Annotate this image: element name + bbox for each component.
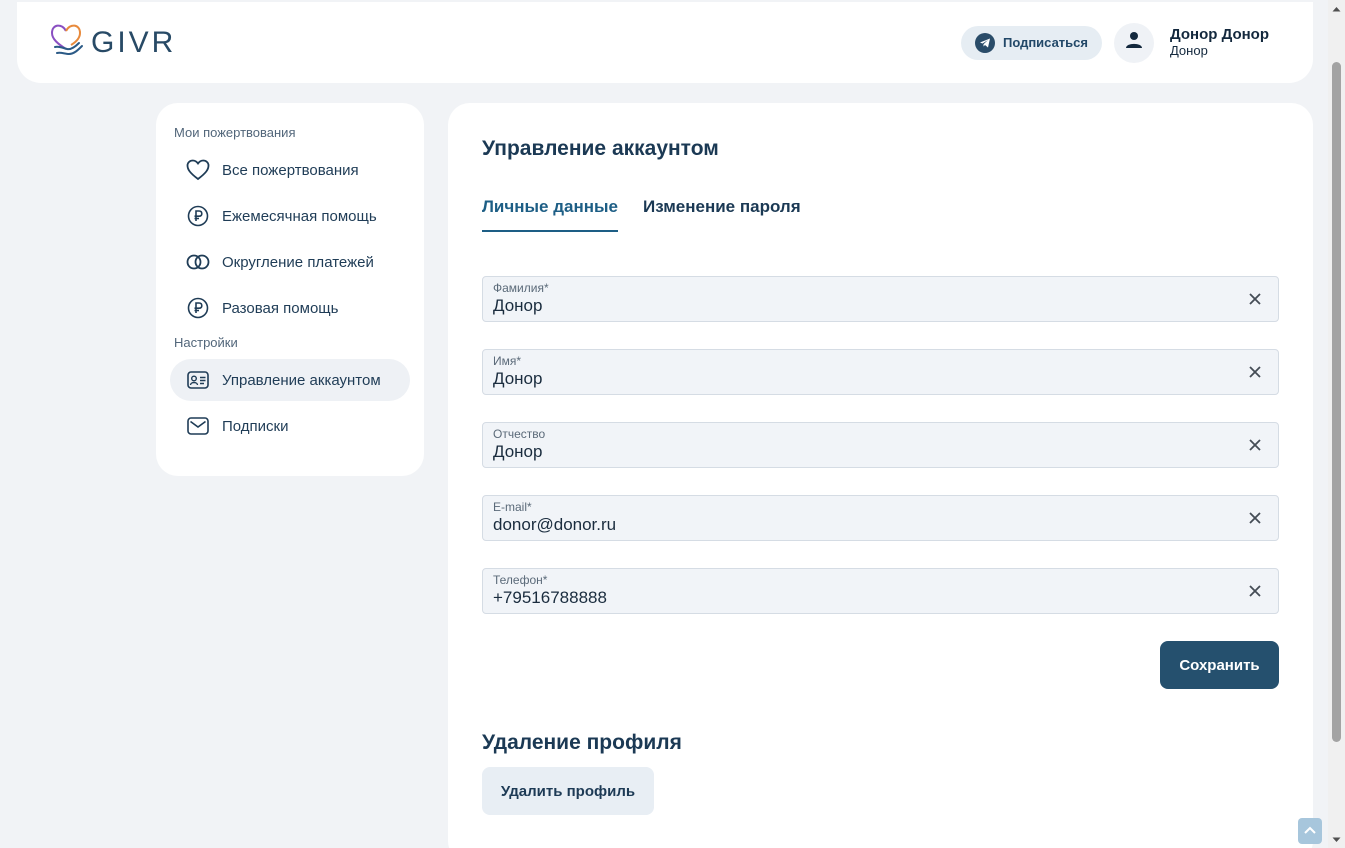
account-panel: Управление аккаунтом Личные данные Измен… <box>448 103 1313 848</box>
first-name-field[interactable]: Имя* <box>482 349 1279 395</box>
save-button[interactable]: Сохранить <box>1160 641 1279 689</box>
scroll-down-arrow-icon[interactable] <box>1328 831 1345 848</box>
sidebar-item-account-management[interactable]: Управление аккаунтом <box>170 359 410 401</box>
sidebar-item-one-time-help[interactable]: Разовая помощь <box>170 287 410 329</box>
envelope-icon <box>186 414 210 438</box>
sidebar-item-all-donations[interactable]: Все пожертвования <box>170 149 410 191</box>
field-label: Имя* <box>493 354 522 368</box>
patronymic-input[interactable] <box>493 441 1213 463</box>
delete-profile-title: Удаление профиля <box>482 731 682 754</box>
logo-text: GIVR <box>91 25 177 59</box>
tab-personal-data[interactable]: Личные данные <box>482 197 618 232</box>
sidebar-item-label: Подписки <box>222 417 289 435</box>
subscribe-label: Подписаться <box>1002 35 1088 50</box>
patronymic-field[interactable]: Отчество <box>482 422 1279 468</box>
ruble-coin-icon <box>186 296 210 320</box>
scroll-up-arrow-icon[interactable] <box>1328 0 1345 17</box>
scrollbar-thumb[interactable] <box>1332 62 1341 742</box>
tab-change-password[interactable]: Изменение пароля <box>643 197 801 232</box>
scrollbar[interactable] <box>1328 0 1345 848</box>
sidebar: Мои пожертвования Все пожертвования Ежем… <box>156 103 424 476</box>
user-info[interactable]: Донор Донор Донор <box>1170 26 1269 58</box>
last-name-input[interactable] <box>493 295 1213 317</box>
sidebar-section-donations: Мои пожертвования <box>174 125 296 140</box>
sidebar-item-payment-rounding[interactable]: Округление платежей <box>170 241 410 283</box>
telegram-icon <box>974 32 995 53</box>
sidebar-section-settings: Настройки <box>174 335 238 350</box>
heart-icon <box>186 158 210 182</box>
sidebar-item-label: Округление платежей <box>222 253 374 271</box>
tabs: Личные данные Изменение пароля <box>482 197 1279 232</box>
field-label: Телефон* <box>493 573 548 587</box>
id-card-icon <box>186 368 210 392</box>
sidebar-item-subscriptions[interactable]: Подписки <box>170 405 410 447</box>
clear-icon[interactable] <box>1246 436 1264 454</box>
user-name: Донор Донор <box>1169 26 1269 44</box>
field-label: E-mail* <box>493 500 532 514</box>
field-label: Отчество <box>493 427 546 441</box>
email-input[interactable] <box>493 514 1213 536</box>
logo[interactable]: GIVR <box>49 21 176 64</box>
sidebar-item-monthly-help[interactable]: Ежемесячная помощь <box>170 195 410 237</box>
rings-icon <box>186 250 210 274</box>
subscribe-button[interactable]: Подписаться <box>960 25 1102 60</box>
clear-icon[interactable] <box>1246 290 1264 308</box>
page-title: Управление аккаунтом <box>482 137 719 160</box>
first-name-input[interactable] <box>493 368 1213 390</box>
sidebar-item-label: Все пожертвования <box>222 161 359 179</box>
phone-field[interactable]: Телефон* <box>482 568 1279 614</box>
logo-heart-hand-icon <box>49 21 85 64</box>
header-actions: Подписаться Донор Донор Донор <box>960 22 1269 63</box>
save-row: Сохранить <box>482 641 1279 689</box>
clear-icon[interactable] <box>1246 363 1264 381</box>
scroll-to-top-button[interactable] <box>1298 818 1322 844</box>
chevron-up-icon <box>1303 822 1317 840</box>
user-role: Донор <box>1169 42 1208 58</box>
delete-profile-button[interactable]: Удалить профиль <box>482 767 654 815</box>
clear-icon[interactable] <box>1246 509 1264 527</box>
header: GIVR Подписаться Донор Донор Донор <box>17 2 1313 83</box>
clear-icon[interactable] <box>1246 582 1264 600</box>
avatar[interactable] <box>1113 22 1154 63</box>
field-label: Фамилия* <box>493 281 549 295</box>
page: GIVR Подписаться Донор Донор Донор Мои п… <box>0 0 1345 848</box>
sidebar-item-label: Управление аккаунтом <box>222 371 381 389</box>
user-icon <box>1125 31 1143 54</box>
phone-input[interactable] <box>493 587 1213 609</box>
sidebar-item-label: Разовая помощь <box>222 299 339 317</box>
ruble-coin-icon <box>186 204 210 228</box>
sidebar-item-label: Ежемесячная помощь <box>222 207 377 225</box>
email-field[interactable]: E-mail* <box>482 495 1279 541</box>
last-name-field[interactable]: Фамилия* <box>482 276 1279 322</box>
